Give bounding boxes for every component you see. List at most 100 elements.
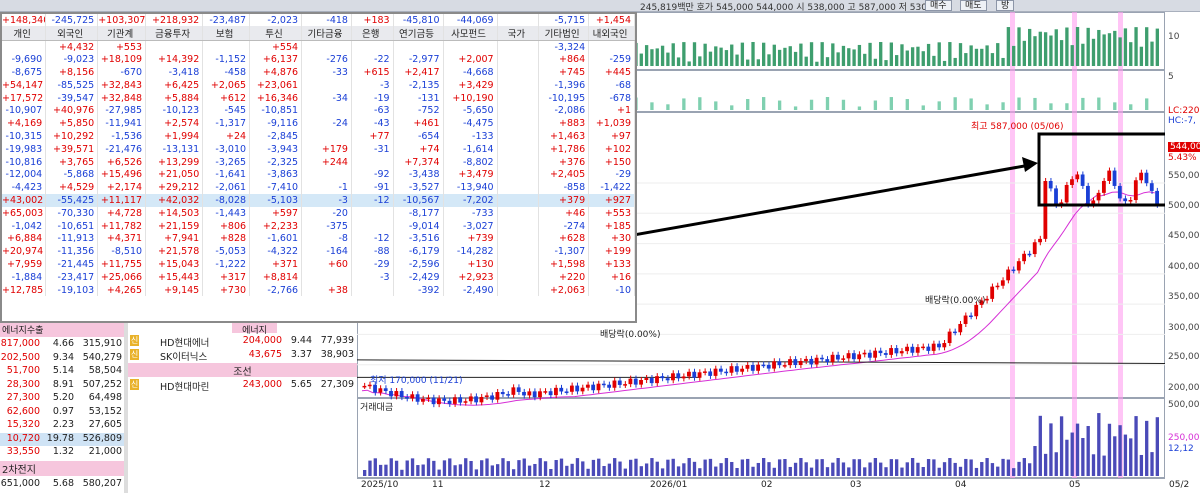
table-row[interactable]: -10,315 +10,292 -1,536 +1,994 +24 -2,845 +77 -6…	[2, 130, 635, 143]
list-item[interactable]: 62,600 0.97 53,152	[0, 406, 124, 419]
candle-body	[942, 343, 947, 348]
institution-bar	[756, 59, 760, 66]
list-item[interactable]: 신 HD현대에너 204,000 9.44 77,939	[128, 334, 357, 349]
table-cell: -19	[351, 91, 394, 105]
table-row[interactable]: +12,785 -19,103 +4,265 +9,145 +730 -2,766 +38 -…	[2, 283, 635, 297]
list-item[interactable]: 33,550 1.32 21,000	[0, 446, 124, 459]
list-item[interactable]: 15,320 2.23 27,605	[0, 419, 124, 432]
table-cell: +103,307	[97, 14, 147, 26]
table-cell: +4,169	[2, 117, 47, 131]
table-row[interactable]: -8,675 +8,156 -670 -3,418 -458 +4,876 -33 +615 +…	[2, 66, 635, 79]
candle-body	[788, 359, 792, 366]
volume-bar	[767, 462, 771, 476]
institution-bar	[719, 47, 723, 66]
sub-volume-bar	[809, 99, 814, 110]
list-item[interactable]: 신 HD현대마린 243,000 5.65 27,309	[128, 378, 357, 393]
table-row[interactable]: -12,004 -5,868 +15,496 +21,050 -1,641 -3,863 -…	[2, 168, 635, 182]
volume-bar	[650, 458, 654, 476]
column-header: 국가	[497, 26, 540, 41]
volume-bar	[676, 466, 681, 476]
volume-bar	[783, 459, 787, 476]
table-row[interactable]: +4,432 +553 +554 -3,324	[2, 40, 635, 54]
table-row[interactable]: +6,884 -11,913 +4,371 +7,941 +828 -1,601 -8 -12…	[2, 232, 635, 246]
table-cell: -1,601	[249, 232, 303, 246]
table-cell: +615	[351, 66, 394, 79]
volume-bar	[448, 458, 452, 476]
table-row[interactable]: +54,147 -85,525 +32,843 +6,425 +2,065 +23,061…	[2, 78, 635, 92]
table-cell: +14,392	[145, 53, 204, 67]
table-cell: +3,479	[443, 168, 498, 182]
table-cell: -4,423	[2, 181, 47, 195]
list-item[interactable]: 28,300 8.91 507,252	[0, 379, 124, 392]
table-header-row[interactable]: 개인 외국인 기관계 금융투자 보험 투신 기타금융 은행 연기금등 사모펀드 국가 기타법인 내외국인	[2, 26, 635, 41]
table-row[interactable]: +43,002 -55,425 +11,117 +42,032 -8,028 -5,103…	[2, 194, 635, 207]
investor-trading-table[interactable]: +148,340 -245,725 +103,307 +218,932 -23,487-…	[0, 12, 637, 323]
date-tick: 05/2	[1169, 480, 1190, 490]
candle-body	[958, 323, 963, 333]
table-row[interactable]: +65,003 -70,330 +4,728 +14,503 -1,443 +597 -20…	[2, 206, 635, 220]
candle-body	[389, 391, 393, 397]
table-row[interactable]: +20,974 -11,356 -8,510 +21,578 -5,053 -4,322-…	[2, 245, 635, 259]
table-row[interactable]: +17,572 -39,547 +32,848 +5,884 +612 +16,346 -3…	[2, 91, 635, 105]
table-cell: +1,463	[538, 130, 590, 143]
table-row[interactable]: -1,042 -10,651 +11,782 +21,159 +806 +2,233 -37…	[2, 219, 635, 233]
table-row[interactable]: +7,959 -21,445 +11,755 +15,043 -1,222 +371 +60…	[2, 258, 635, 271]
table-row[interactable]: -10,816 +3,765 +6,526 +13,299 -3,265 -2,325 +2…	[2, 155, 635, 169]
table-row[interactable]: +148,340 -245,725 +103,307 +218,932 -23,487-…	[2, 14, 635, 26]
table-cell: -670	[97, 66, 147, 79]
candle-body	[1043, 181, 1048, 239]
institution-bar	[820, 42, 824, 66]
table-row[interactable]: -19,983 +39,571 -21,476 -13,131 -3,010 -3,943…	[2, 142, 635, 156]
institution-bar	[1081, 43, 1085, 66]
new-badge: 신	[130, 379, 139, 390]
high-price-label: 최고 587,000 (05/06)	[971, 122, 1064, 132]
change-pct: 5.20	[52, 392, 74, 403]
price-tick: 550,00	[1168, 171, 1200, 181]
table-cell: +32,848	[97, 91, 147, 105]
list-item[interactable]: 817,000 4.66 315,910	[0, 338, 124, 351]
table-row[interactable]: -1,884 -23,417 +25,066 +15,443 +317 +8,814 -3-…	[2, 270, 635, 284]
volume-bar	[751, 466, 755, 476]
candle-body	[522, 391, 526, 396]
table-row[interactable]: +4,169 +5,850 -11,941 +2,574 -1,317 -9,116 -24…	[2, 117, 635, 131]
sell-button[interactable]: 매도	[960, 0, 987, 11]
list-item[interactable]: 신 SK이터닉스 43,675 3.37 38,903	[128, 348, 357, 363]
table-cell: -33	[301, 66, 352, 79]
list-item[interactable]: 651,000 5.68 580,207	[0, 478, 124, 491]
table-cell: -375	[301, 219, 352, 233]
institution-bar	[1123, 28, 1128, 67]
institution-bar	[1097, 29, 1101, 67]
institution-bar	[1102, 34, 1106, 66]
table-cell	[301, 130, 352, 143]
table-cell: +4,728	[97, 206, 147, 220]
table-cell: +2,007	[443, 53, 498, 67]
institution-bar	[772, 44, 776, 66]
table-cell: -3	[351, 78, 394, 92]
change-pct: 1.32	[52, 446, 74, 457]
candle-body	[968, 315, 973, 318]
table-row[interactable]: -10,907 +40,976 -27,985 -10,123 -545 -10,851 -…	[2, 104, 635, 118]
institution-bar	[996, 43, 1000, 66]
list-item[interactable]: 27,300 5.20 64,498	[0, 392, 124, 405]
volume-bar	[1038, 415, 1042, 476]
list-item[interactable]: 51,700 5.14 58,504	[0, 365, 124, 378]
list-item[interactable]: 202,500 9.34 540,279	[0, 352, 124, 365]
table-row[interactable]: -9,690 -9,023 +18,109 +14,392 -1,152 +6,137 -2…	[2, 53, 635, 67]
price: 51,700	[6, 365, 40, 376]
volume-bar	[730, 461, 734, 476]
volume: 526,809	[82, 432, 122, 444]
buy-button[interactable]: 매수	[925, 0, 952, 11]
volume-bar	[660, 468, 665, 476]
volume-bar	[852, 459, 856, 476]
list-item[interactable]: 10,720 19.78 526,809	[0, 432, 124, 446]
top-toolbar: 245,819백만 호가 545,000 544,000 시 538,000 고…	[0, 0, 1200, 13]
price: 202,500	[0, 351, 40, 363]
change-pct: 5.68	[52, 478, 74, 489]
sub-volume-bar	[985, 104, 989, 110]
volume-bar	[597, 458, 601, 476]
candle-body	[857, 354, 862, 360]
more-button[interactable]: 방	[996, 0, 1015, 11]
price-tick: 450,000	[1168, 231, 1200, 241]
table-cell: -1,152	[202, 53, 251, 67]
table-row[interactable]: -4,423 +4,529 +2,174 +29,212 -2,061 -7,410 -1-…	[2, 181, 635, 195]
